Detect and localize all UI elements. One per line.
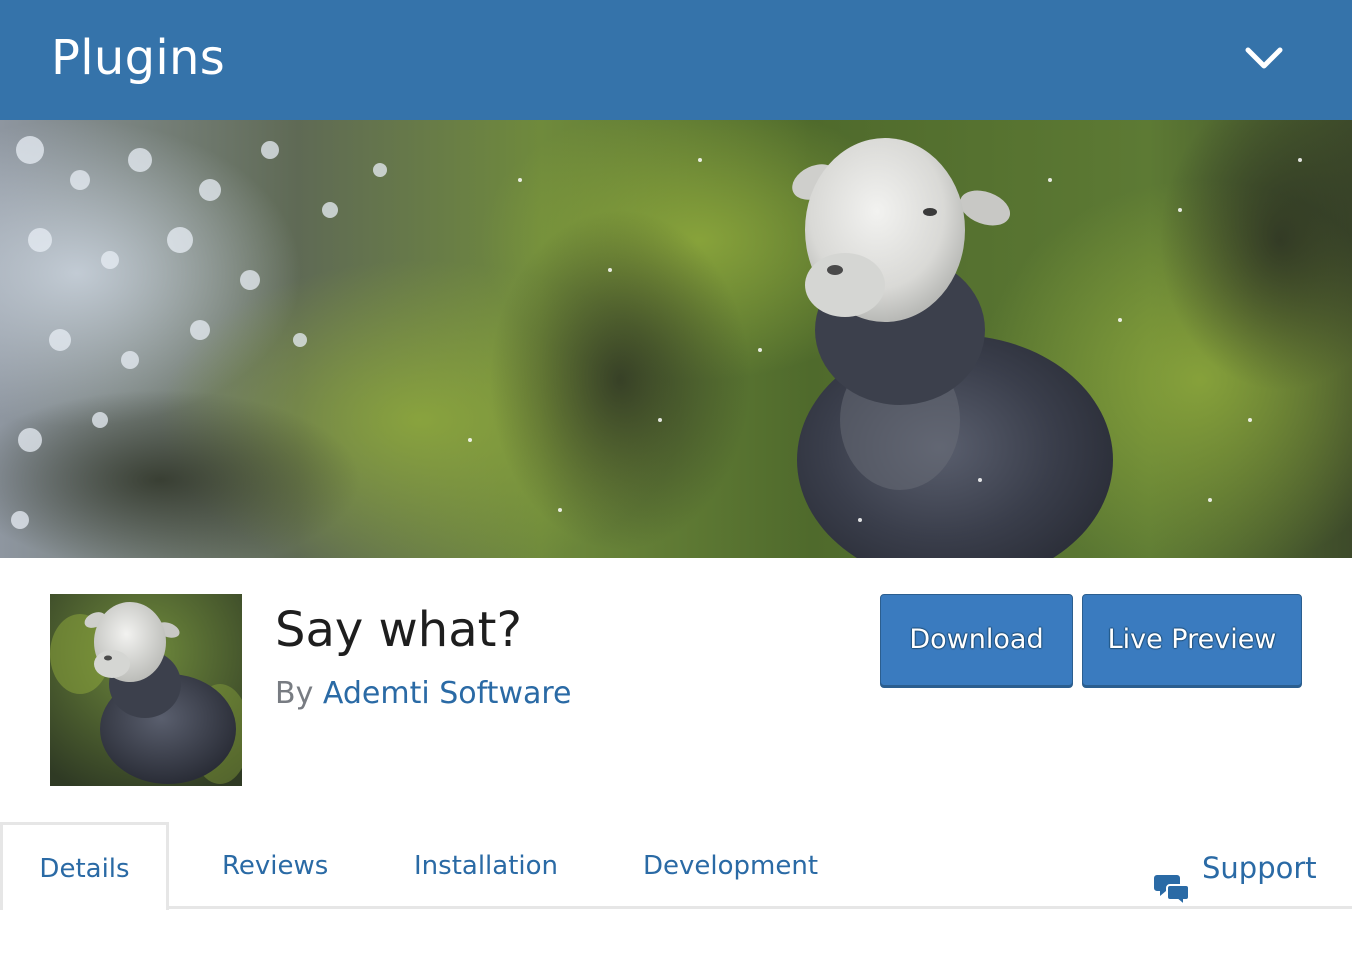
- banner-sheep-image: [0, 120, 1352, 558]
- speech-bubbles-icon: [1154, 850, 1192, 908]
- plugin-title: Say what?: [275, 602, 522, 658]
- page-title: Plugins: [51, 30, 226, 86]
- download-button[interactable]: Download: [880, 594, 1073, 686]
- by-label: By: [275, 676, 314, 711]
- tab-details[interactable]: Details: [0, 822, 169, 910]
- live-preview-button[interactable]: Live Preview: [1082, 594, 1302, 686]
- plugin-icon: [50, 594, 242, 786]
- tab-development[interactable]: Development: [643, 822, 818, 909]
- plugin-banner: [0, 120, 1352, 558]
- chevron-down-icon: [1245, 47, 1283, 69]
- plugin-icon-sheep-image: [50, 594, 242, 786]
- plugins-header: Plugins: [0, 0, 1352, 120]
- plugin-author: By Ademti Software: [275, 672, 572, 716]
- author-link[interactable]: Ademti Software: [323, 676, 572, 711]
- menu-toggle-button[interactable]: [1236, 36, 1292, 84]
- tab-installation[interactable]: Installation: [414, 822, 558, 909]
- plugin-tabs: Details Reviews Installation Development…: [0, 822, 1352, 910]
- support-label: Support: [1202, 851, 1317, 885]
- support-link[interactable]: Support: [1154, 822, 1317, 910]
- tab-reviews[interactable]: Reviews: [222, 822, 328, 909]
